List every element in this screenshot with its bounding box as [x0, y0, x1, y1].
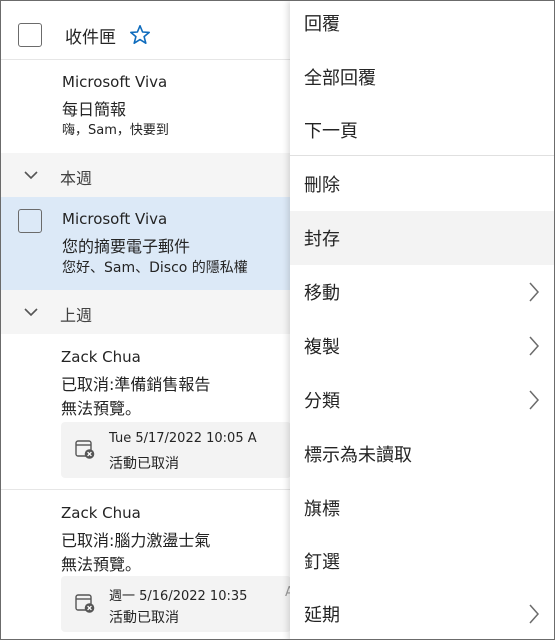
message-subject: 您的摘要電子郵件 — [62, 237, 191, 256]
window-frame: 收件匣 Microsoft Viva 每日簡報 嗨，Sam，快要到 本週 Mic… — [0, 0, 555, 640]
menu-item-snooze[interactable]: 延期 — [290, 587, 554, 639]
chevron-right-icon — [529, 282, 540, 302]
menu-item-move[interactable]: 移動 — [290, 265, 554, 319]
event-status: 活動已取消 — [109, 456, 179, 472]
message-subject: 已取消:腦力激盪士氣 — [61, 531, 211, 550]
menu-item-copy[interactable]: 複製 — [290, 319, 554, 373]
group-label: 上週 — [60, 306, 93, 325]
menu-item-label: 下一頁 — [304, 121, 358, 142]
chevron-down-icon[interactable] — [23, 305, 39, 319]
chevron-right-icon — [529, 336, 540, 356]
group-header-last-week[interactable]: 上週 — [1, 290, 291, 334]
menu-item-label: 全部回覆 — [304, 68, 376, 89]
message-item[interactable]: Microsoft Viva 每日簡報 嗨，Sam，快要到 — [1, 61, 291, 153]
menu-item-label: 釘選 — [304, 552, 340, 573]
message-item[interactable]: Zack Chua 已取消:腦力激盪士氣 無法預覽。 週一 5/16/2022 … — [1, 490, 294, 639]
menu-item-label: 刪除 — [304, 175, 340, 196]
menu-item-archive[interactable]: 封存 — [290, 211, 554, 265]
message-checkbox[interactable] — [18, 209, 42, 233]
group-header-this-week[interactable]: 本週 — [1, 153, 291, 197]
list-header: 收件匣 — [1, 1, 291, 60]
message-sender: Zack Chua — [61, 348, 141, 366]
select-all-checkbox[interactable] — [18, 23, 42, 47]
event-time: 週一 5/16/2022 10:35 — [109, 589, 248, 604]
event-card[interactable]: Tue 5/17/2022 10:05 A 活動已取消 — [61, 422, 291, 478]
menu-item-label: 移動 — [304, 283, 340, 304]
menu-item-label: 回覆 — [304, 14, 340, 35]
menu-item-categorize[interactable]: 分類 — [290, 373, 554, 427]
context-menu: 回覆 全部回覆 下一頁 刪除 封存 移動 複製 分類 標示為未讀取 旗標 釘選 … — [290, 1, 554, 639]
chevron-down-icon[interactable] — [23, 168, 39, 182]
message-sender: Microsoft Viva — [62, 210, 168, 228]
message-preview: 您好、Sam、Disco 的隱私權 — [62, 260, 248, 276]
message-subject: 已取消:準備銷售報告 — [61, 375, 211, 394]
message-sender: Zack Chua — [61, 504, 141, 522]
calendar-cancel-icon — [75, 594, 95, 613]
menu-item-reply[interactable]: 回覆 — [290, 1, 554, 50]
menu-item-next-page[interactable]: 下一頁 — [290, 103, 554, 157]
menu-item-label: 分類 — [304, 391, 340, 412]
menu-item-label: 標示為未讀取 — [304, 445, 412, 466]
message-subject: 每日簡報 — [62, 100, 127, 119]
menu-item-label: 旗標 — [304, 499, 340, 520]
message-item[interactable]: Zack Chua 已取消:準備銷售報告 無法預覽。 Tue 5/17/2022… — [1, 334, 291, 490]
event-status: 活動已取消 — [109, 610, 179, 626]
menu-item-label: 複製 — [304, 337, 340, 358]
chevron-right-icon — [529, 390, 540, 410]
menu-item-flag[interactable]: 旗標 — [290, 481, 554, 535]
event-card[interactable]: 週一 5/16/2022 10:35 A 活動已取消 — [61, 576, 294, 632]
message-preview: 嗨，Sam，快要到 — [62, 123, 169, 138]
group-label: 本週 — [60, 169, 93, 188]
message-preview: 無法預覽。 — [61, 555, 142, 574]
menu-item-pin[interactable]: 釘選 — [290, 534, 554, 588]
message-preview: 無法預覽。 — [61, 399, 142, 418]
message-sender: Microsoft Viva — [62, 73, 168, 91]
chevron-right-icon — [529, 604, 540, 624]
calendar-cancel-icon — [75, 440, 95, 459]
menu-divider — [290, 155, 554, 156]
menu-item-reply-all[interactable]: 全部回覆 — [290, 50, 554, 104]
menu-item-label: 封存 — [304, 229, 340, 250]
menu-item-label: 延期 — [304, 605, 340, 626]
favorite-star-icon[interactable] — [128, 23, 152, 47]
message-list: 收件匣 Microsoft Viva 每日簡報 嗨，Sam，快要到 本週 Mic… — [1, 1, 294, 639]
folder-title: 收件匣 — [65, 28, 116, 48]
menu-item-mark-unread[interactable]: 標示為未讀取 — [290, 427, 554, 481]
event-time: Tue 5/17/2022 10:05 A — [109, 431, 257, 446]
menu-item-delete[interactable]: 刪除 — [290, 157, 554, 211]
message-item-selected[interactable]: Microsoft Viva 您的摘要電子郵件 您好、Sam、Disco 的隱私… — [1, 197, 291, 290]
